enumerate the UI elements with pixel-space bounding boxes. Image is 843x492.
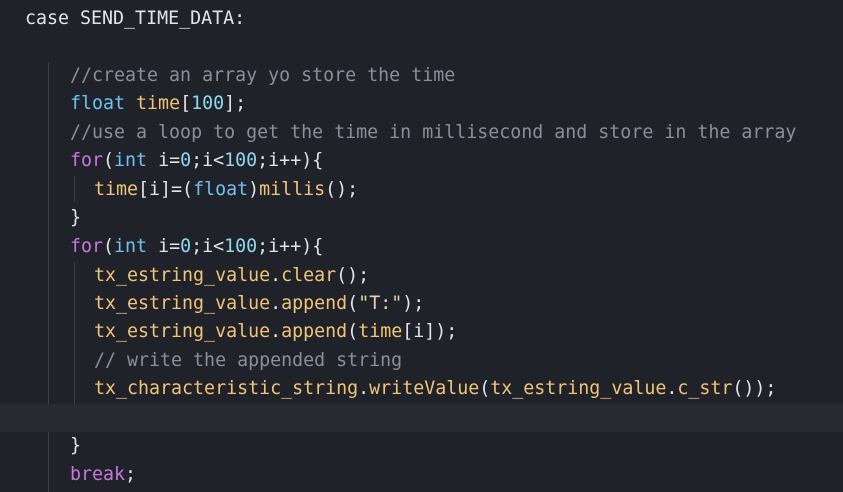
code-token: writeValue: [369, 378, 480, 399]
code-token: ();: [336, 265, 370, 286]
code-token: 0: [180, 150, 192, 171]
code-token: .: [270, 321, 282, 342]
code-token: append: [281, 293, 348, 314]
code-token: //use a loop to get the time in millisec…: [70, 122, 797, 143]
code-token: float: [70, 93, 137, 114]
code-token: 100: [191, 93, 225, 114]
code-token: for: [70, 150, 104, 171]
code-token: time: [136, 93, 181, 114]
code-token: //create an array yo store the time: [70, 65, 456, 86]
code-token: }: [70, 435, 82, 456]
code-token: ;: [125, 464, 137, 485]
code-token: c_str: [677, 378, 733, 399]
code-line-11[interactable]: tx_estring_value.append("T:");: [0, 290, 843, 318]
code-line-17[interactable]: break;: [0, 461, 843, 489]
code-token: for: [70, 236, 104, 257]
code-token: [i]=(: [138, 179, 194, 200]
code-line-1[interactable]: case SEND_TIME_DATA:: [0, 5, 843, 33]
code-token: );: [402, 293, 425, 314]
code-editor[interactable]: case SEND_TIME_DATA: //create an array y…: [0, 0, 843, 492]
code-token: ;i++){: [257, 150, 324, 171]
code-token: .: [270, 293, 282, 314]
code-token: ;i<: [191, 150, 225, 171]
code-token: 100: [224, 236, 258, 257]
code-line-14[interactable]: tx_characteristic_string.writeValue(tx_e…: [0, 375, 843, 403]
code-token: }: [70, 207, 82, 228]
code-token: ];: [224, 93, 247, 114]
code-token: .: [358, 378, 370, 399]
code-token: float: [193, 179, 249, 200]
code-token: millis: [259, 179, 326, 200]
code-token: int: [114, 150, 159, 171]
code-line-3[interactable]: //create an array yo store the time: [0, 62, 843, 90]
code-token: tx_estring_value: [94, 293, 271, 314]
code-token: int: [114, 236, 159, 257]
code-line-5[interactable]: //use a loop to get the time in millisec…: [0, 119, 843, 147]
code-line-10[interactable]: tx_estring_value.clear();: [0, 262, 843, 290]
code-token: break: [70, 464, 126, 485]
code-token: SEND_TIME_DATA:: [80, 8, 246, 29]
code-token: tx_characteristic_string: [94, 378, 359, 399]
code-token: case: [25, 8, 81, 29]
code-line-15-current[interactable]: [0, 404, 843, 432]
code-token: (: [479, 378, 491, 399]
code-token: clear: [281, 265, 337, 286]
code-line-4[interactable]: float time[100];: [0, 90, 843, 118]
code-token: .: [270, 265, 282, 286]
code-token: i=: [158, 236, 181, 257]
code-token: time: [358, 321, 403, 342]
code-token: (: [347, 321, 359, 342]
code-token: ;i<: [191, 236, 225, 257]
code-line-16[interactable]: }: [0, 432, 843, 460]
code-line-13[interactable]: // write the appended string: [0, 347, 843, 375]
code-line-6[interactable]: for(int i=0;i<100;i++){: [0, 147, 843, 175]
code-token: append: [281, 321, 348, 342]
code-token: i=: [158, 150, 181, 171]
code-token: 0: [180, 236, 192, 257]
code-token: tx_estring_value: [490, 378, 667, 399]
code-token: ): [248, 179, 260, 200]
code-line-12[interactable]: tx_estring_value.append(time[i]);: [0, 318, 843, 346]
code-token: ;i++){: [257, 236, 324, 257]
code-line-7[interactable]: time[i]=(float)millis();: [0, 176, 843, 204]
code-line-9[interactable]: for(int i=0;i<100;i++){: [0, 233, 843, 261]
code-token: .: [666, 378, 678, 399]
code-token: // write the appended string: [94, 350, 403, 371]
code-token: ());: [732, 378, 777, 399]
code-token: 100: [224, 150, 258, 171]
code-token: [: [180, 93, 192, 114]
code-line-2[interactable]: [0, 34, 843, 62]
code-token: tx_estring_value: [94, 321, 271, 342]
code-token: [i]);: [402, 321, 458, 342]
code-line-8[interactable]: }: [0, 204, 843, 232]
code-token: time: [94, 179, 139, 200]
code-token: (: [103, 150, 115, 171]
code-token: "T:": [358, 293, 403, 314]
code-token: (: [347, 293, 359, 314]
code-token: (: [103, 236, 115, 257]
code-token: tx_estring_value: [94, 265, 271, 286]
code-token: ();: [325, 179, 359, 200]
